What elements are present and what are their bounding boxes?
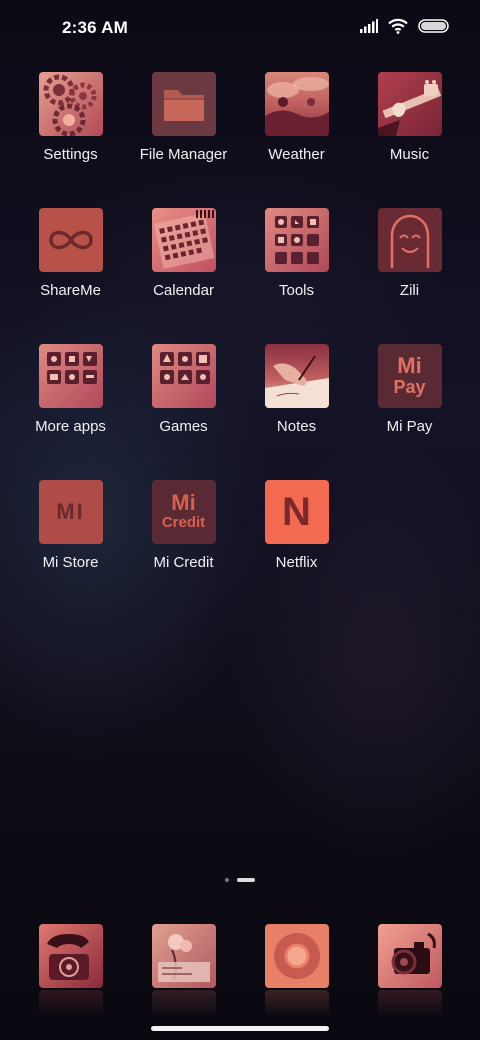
app-grid: Settings File Manager Weather Music Shar…	[14, 72, 466, 608]
app-label: More apps	[35, 418, 106, 435]
app-music[interactable]: Music	[353, 72, 466, 200]
netflix-n-icon: N	[264, 480, 329, 544]
browser-icon	[264, 924, 329, 988]
dock-browser[interactable]	[240, 924, 353, 1018]
messages-icon	[151, 924, 216, 988]
mi-pay-logo-top: Mi	[397, 353, 422, 378]
app-mi-pay[interactable]: Mi Pay Mi Pay	[353, 344, 466, 472]
app-calendar[interactable]: Calendar	[127, 208, 240, 336]
dock-reflection	[151, 990, 216, 1018]
guitar-icon	[377, 72, 442, 136]
app-settings[interactable]: Settings	[14, 72, 127, 200]
calendar-grid-icon	[151, 208, 216, 272]
app-more-apps[interactable]: More apps	[14, 344, 127, 472]
dock	[14, 924, 466, 1018]
app-file-manager[interactable]: File Manager	[127, 72, 240, 200]
app-label: Zili	[399, 282, 420, 299]
page-indicator[interactable]	[0, 878, 480, 882]
dock-phone[interactable]	[14, 924, 127, 1018]
status-bar: 2:36 AM	[0, 0, 480, 56]
dock-messages[interactable]	[127, 924, 240, 1018]
weather-photo-icon	[264, 72, 329, 136]
page-dot[interactable]	[225, 878, 229, 882]
mi-store-logo: MI	[56, 499, 85, 524]
folder-grid-icon	[38, 344, 103, 408]
app-label: Tools	[278, 282, 315, 299]
app-label: Settings	[43, 146, 98, 163]
dock-reflection	[264, 990, 329, 1018]
app-mi-store[interactable]: MI Mi Store	[14, 480, 127, 608]
app-label: Netflix	[275, 554, 318, 571]
app-netflix[interactable]: N Netflix	[240, 480, 353, 608]
home-gesture-bar[interactable]	[151, 1026, 329, 1031]
app-shareme[interactable]: ShareMe	[14, 208, 127, 336]
page-dot-active[interactable]	[237, 878, 255, 882]
writing-hand-icon	[264, 344, 329, 408]
app-label: Notes	[276, 418, 317, 435]
folder-grid-icon	[264, 208, 329, 272]
app-label: File Manager	[139, 146, 228, 163]
app-games[interactable]: Games	[127, 344, 240, 472]
folder-grid-icon	[151, 344, 216, 408]
phone-icon	[38, 924, 103, 988]
app-notes[interactable]: Notes	[240, 344, 353, 472]
app-label: Mi Pay	[386, 418, 433, 435]
mi-credit-logo-top: Mi	[171, 490, 196, 515]
settings-gears-icon	[38, 72, 103, 136]
app-weather[interactable]: Weather	[240, 72, 353, 200]
app-tools[interactable]: Tools	[240, 208, 353, 336]
camera-icon	[377, 924, 442, 988]
signal-icon	[360, 19, 378, 33]
wifi-icon	[388, 18, 408, 34]
ghost-face-icon	[377, 208, 442, 272]
battery-icon	[418, 19, 449, 33]
dock-camera[interactable]	[353, 924, 466, 1018]
app-label: Music	[389, 146, 430, 163]
app-label: Weather	[268, 146, 325, 163]
mi-credit-logo-bottom: Credit	[161, 514, 206, 531]
app-label: Mi Credit	[153, 554, 214, 571]
netflix-logo: N	[282, 489, 311, 534]
mi-pay-icon: Mi Pay	[377, 344, 442, 408]
mi-credit-icon: Mi Credit	[151, 480, 216, 544]
dock-reflection	[38, 990, 103, 1018]
app-label: Mi Store	[42, 554, 99, 571]
mi-logo-icon: MI	[38, 480, 103, 544]
dock-reflection	[377, 990, 442, 1018]
folder-icon	[151, 72, 216, 136]
infinity-icon	[38, 208, 103, 272]
mi-pay-logo-bottom: Pay	[393, 377, 426, 397]
app-mi-credit[interactable]: Mi Credit Mi Credit	[127, 480, 240, 608]
app-label: Games	[159, 418, 208, 435]
app-zili[interactable]: Zili	[353, 208, 466, 336]
status-icons	[360, 18, 450, 34]
app-label: Calendar	[153, 282, 214, 299]
app-label: ShareMe	[40, 282, 101, 299]
status-time: 2:36 AM	[62, 18, 128, 37]
